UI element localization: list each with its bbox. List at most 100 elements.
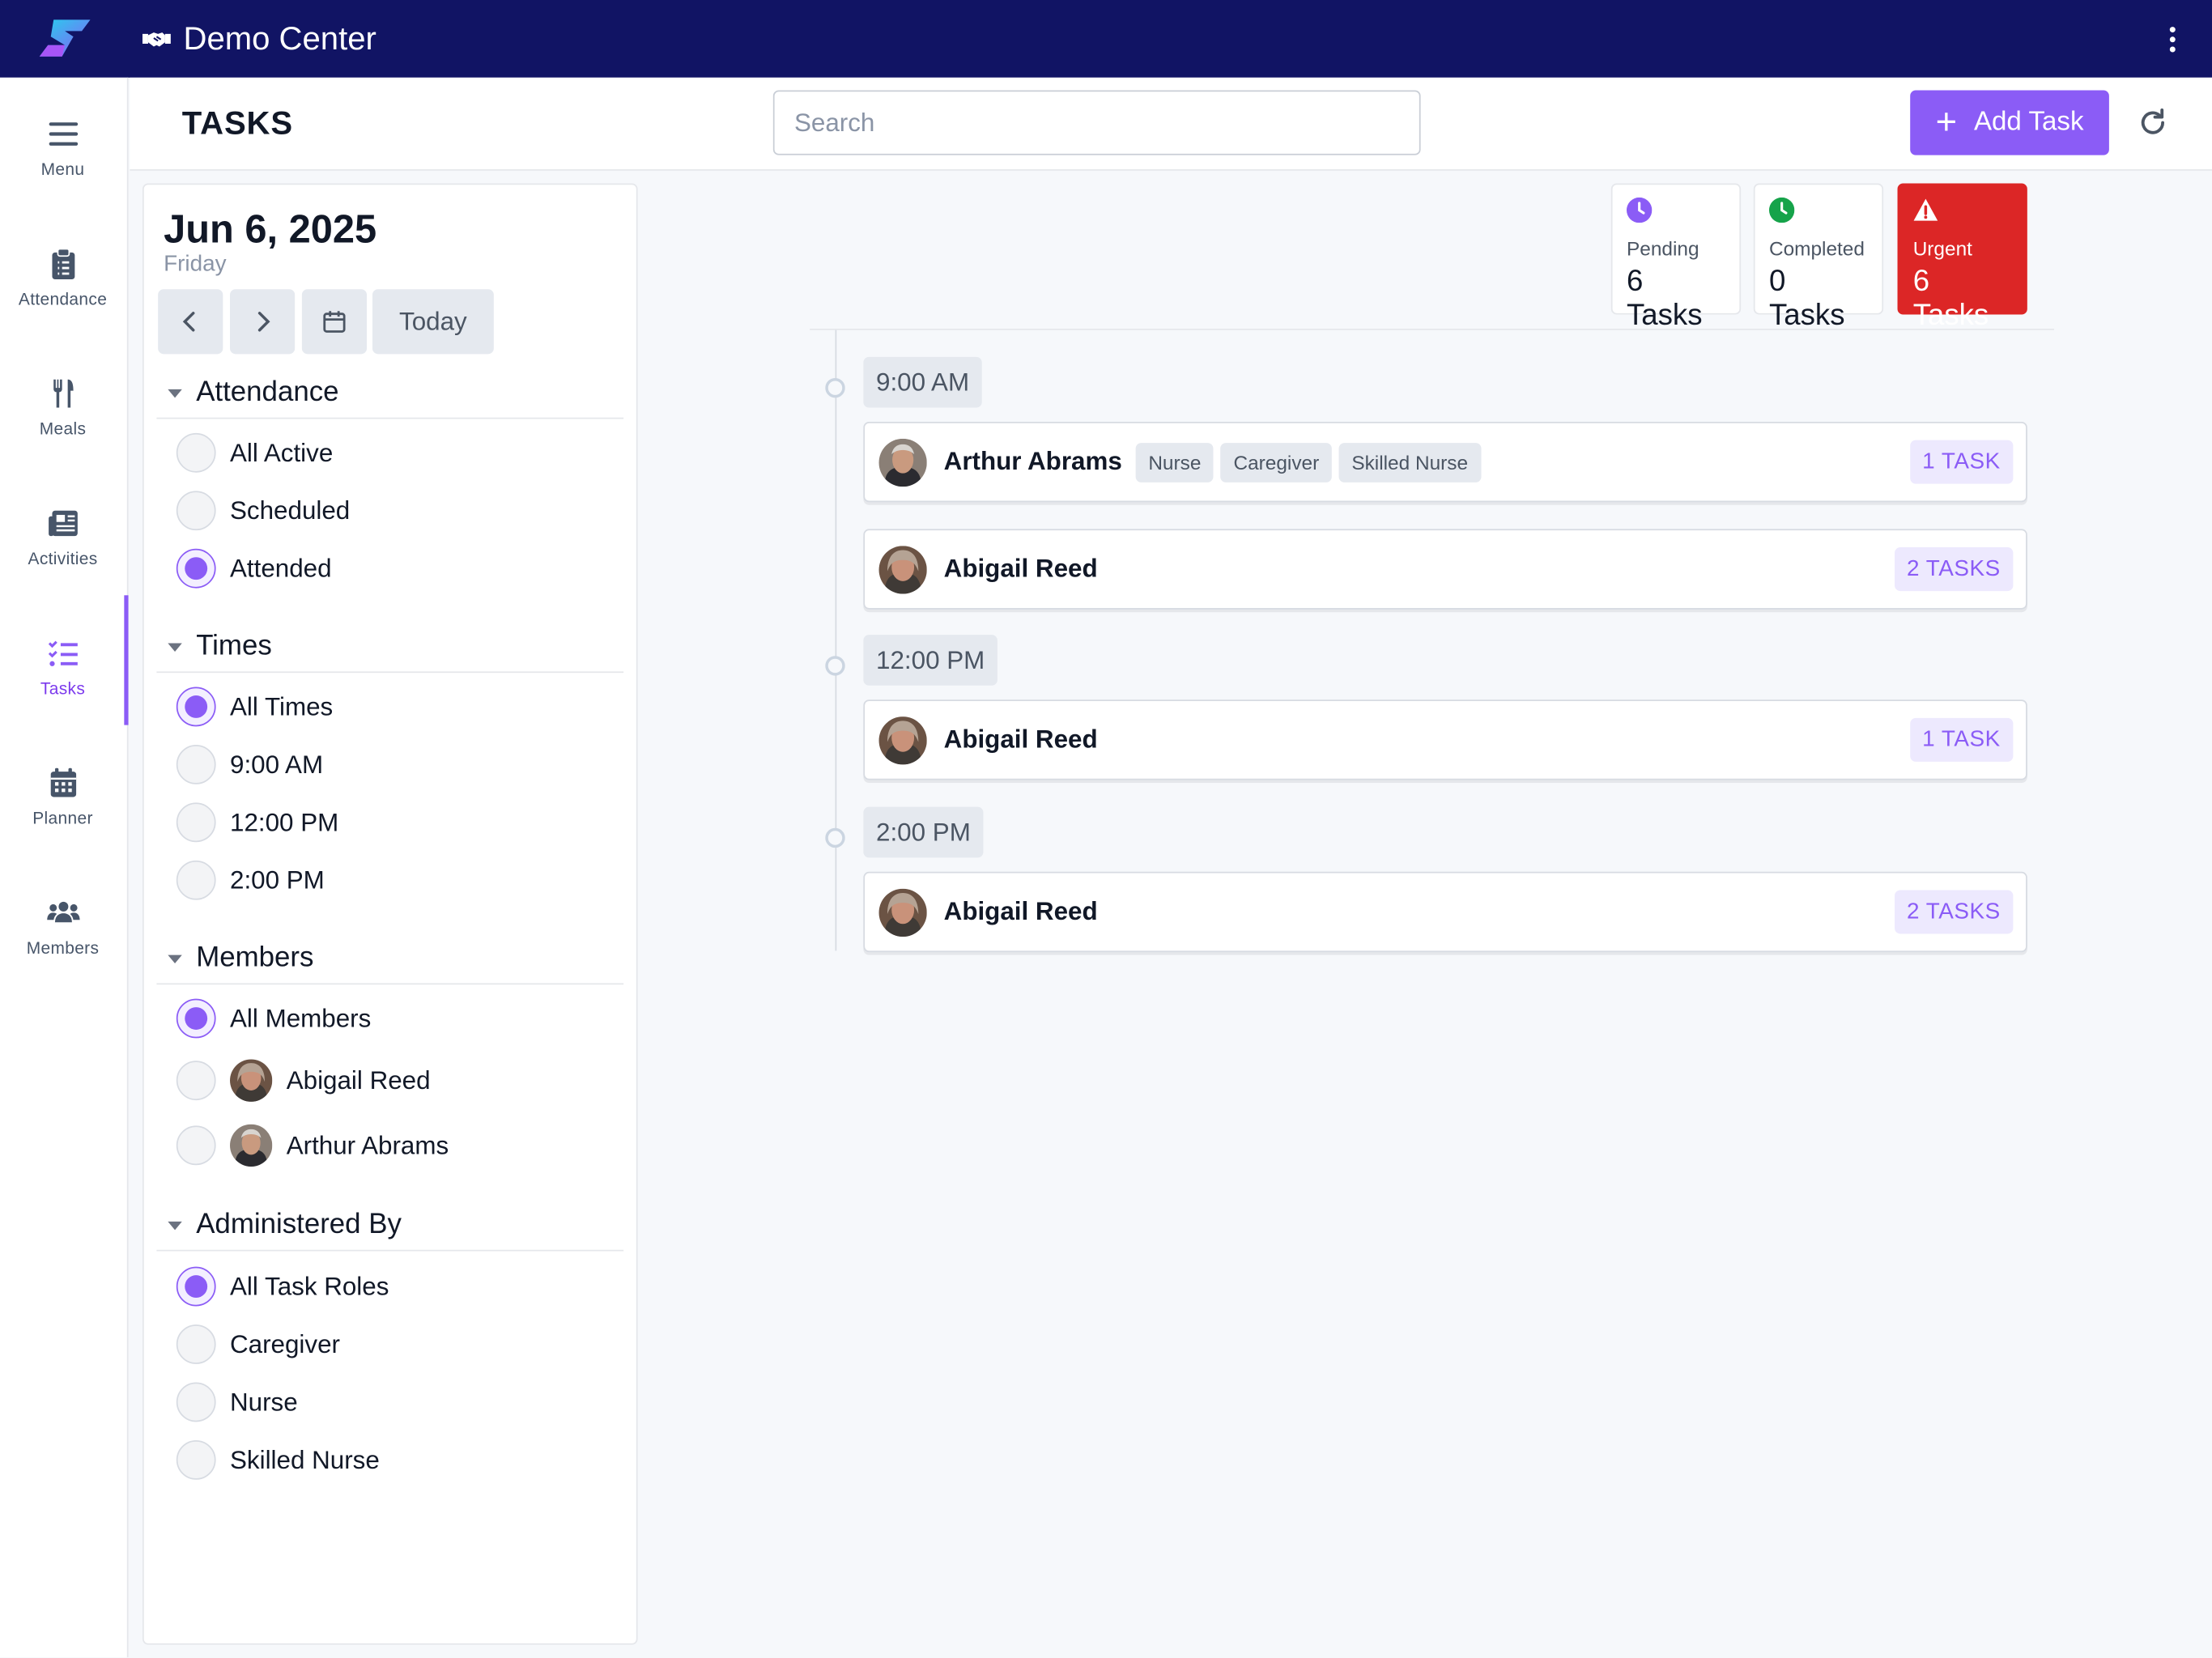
option-label: Skilled Nurse (230, 1445, 380, 1473)
add-task-button[interactable]: + Add Task (1910, 90, 2109, 155)
divider (810, 328, 2054, 330)
caret-down-icon (168, 1221, 182, 1230)
rail-label: Menu (40, 159, 85, 180)
option-label: All Task Roles (230, 1271, 389, 1300)
org-switcher[interactable]: Demo Center (141, 0, 376, 78)
task-list-icon (48, 640, 77, 666)
rail-label: Activities (28, 548, 98, 569)
section-members[interactable]: Members (156, 933, 624, 985)
role-tag: Caregiver (1220, 443, 1332, 483)
hamburger-icon (48, 122, 78, 146)
radio-button[interactable] (176, 1324, 216, 1364)
rail-label: Meals (39, 419, 87, 439)
radio-all-members[interactable]: All Members (176, 997, 372, 1039)
stat-card-completed[interactable]: Completed 0 Tasks (1753, 183, 1884, 331)
stat-label: Urgent (1912, 236, 1972, 260)
date-picker-button[interactable] (301, 289, 368, 355)
radio-button[interactable] (176, 1439, 216, 1480)
radio-time-9am[interactable]: 9:00 AM (176, 743, 323, 785)
task-count-badge: 2 TASKS (1894, 547, 2014, 592)
avatar (878, 888, 927, 937)
timeline-dot (825, 827, 845, 848)
handshake-icon (142, 32, 171, 46)
radio-button[interactable] (176, 1125, 216, 1166)
refresh-icon[interactable] (2136, 106, 2170, 140)
timeline-line (835, 329, 837, 951)
option-label: 2:00 PM (230, 865, 325, 894)
section-times[interactable]: Times (156, 622, 624, 674)
radio-all-task-roles[interactable]: All Task Roles (176, 1265, 389, 1307)
role-tags: Nurse Caregiver Skilled Nurse (1135, 443, 1481, 483)
prev-day-button[interactable] (158, 289, 223, 355)
option-label: Attended (230, 553, 332, 582)
radio-button[interactable] (176, 860, 216, 900)
timeline-dot (825, 377, 845, 398)
task-count-badge: 1 TASK (1909, 717, 2014, 762)
section-administered-by[interactable]: Administered By (156, 1201, 624, 1252)
timeline-dot (825, 656, 845, 676)
task-card[interactable]: Abigail Reed 2 TASKS (863, 871, 2027, 953)
radio-button[interactable] (176, 1061, 216, 1101)
section-title: Administered By (196, 1209, 402, 1240)
option-label: All Members (230, 1003, 372, 1032)
radio-member-abigail-reed[interactable]: Abigail Reed (176, 1059, 431, 1102)
section-title: Times (196, 630, 272, 662)
task-count-badge: 2 TASKS (1894, 890, 2014, 934)
radio-button[interactable] (176, 998, 216, 1039)
radio-button[interactable] (176, 432, 216, 473)
stat-label: Completed (1768, 236, 1865, 260)
rail-label: Members (26, 937, 100, 959)
time-chip: 12:00 PM (863, 635, 998, 686)
radio-member-arthur-abrams[interactable]: Arthur Abrams (176, 1124, 449, 1167)
section-title: Attendance (196, 376, 339, 408)
radio-button[interactable] (176, 687, 216, 727)
app-logo-icon[interactable] (36, 17, 93, 59)
stat-card-pending[interactable]: Pending 6 Tasks (1610, 183, 1742, 331)
stat-card-urgent[interactable]: Urgent 6 Tasks (1897, 183, 2027, 331)
next-day-button[interactable] (230, 289, 296, 355)
option-label: Arthur Abrams (286, 1130, 449, 1159)
radio-time-2pm[interactable]: 2:00 PM (176, 859, 325, 901)
radio-scheduled[interactable]: Scheduled (176, 490, 350, 532)
rail-item-planner[interactable]: Planner (0, 741, 125, 853)
radio-all-active[interactable]: All Active (176, 432, 333, 474)
rail-item-tasks[interactable]: Tasks (0, 610, 125, 723)
rail-label: Tasks (40, 678, 86, 699)
task-card[interactable]: Abigail Reed 1 TASK (863, 699, 2027, 780)
rail-item-activities[interactable]: Activities (0, 481, 125, 593)
more-menu-icon[interactable] (2159, 25, 2187, 53)
radio-button[interactable] (176, 1266, 216, 1307)
page-title: TASKS (181, 104, 293, 142)
plus-icon: + (1935, 99, 1958, 142)
radio-button[interactable] (176, 802, 216, 843)
radio-button[interactable] (176, 548, 216, 589)
today-button[interactable]: Today (372, 289, 494, 355)
radio-button[interactable] (176, 491, 216, 531)
task-card[interactable]: Abigail Reed 2 TASKS (863, 529, 2027, 610)
calendar-icon (323, 311, 346, 333)
users-icon (46, 901, 79, 923)
task-card[interactable]: Arthur Abrams Nurse Caregiver Skilled Nu… (863, 421, 2027, 503)
rail-item-meals[interactable]: Meals (0, 351, 125, 464)
clock-icon (1768, 197, 1795, 223)
radio-attended[interactable]: Attended (176, 547, 332, 589)
date-title: Jun 6, 2025 (164, 207, 377, 252)
radio-button[interactable] (176, 1382, 216, 1422)
member-name: Abigail Reed (943, 554, 1098, 583)
radio-button[interactable] (176, 744, 216, 784)
app-root: Demo Center Menu Attendance Meals Activi… (0, 0, 2212, 1658)
search-input[interactable] (772, 90, 1421, 155)
caret-down-icon (168, 642, 182, 652)
radio-time-12pm[interactable]: 12:00 PM (176, 801, 338, 844)
rail-item-menu[interactable]: Menu (0, 91, 125, 204)
rail-item-attendance[interactable]: Attendance (0, 222, 125, 334)
section-attendance[interactable]: Attendance (156, 368, 624, 419)
rail-item-members[interactable]: Members (0, 870, 125, 983)
radio-role-caregiver[interactable]: Caregiver (176, 1323, 340, 1365)
calendar-icon (49, 767, 76, 797)
radio-role-skilled-nurse[interactable]: Skilled Nurse (176, 1439, 380, 1481)
avatar (878, 438, 927, 487)
page-header: TASKS + Add Task (130, 77, 2212, 171)
radio-role-nurse[interactable]: Nurse (176, 1381, 298, 1423)
radio-all-times[interactable]: All Times (176, 686, 333, 728)
